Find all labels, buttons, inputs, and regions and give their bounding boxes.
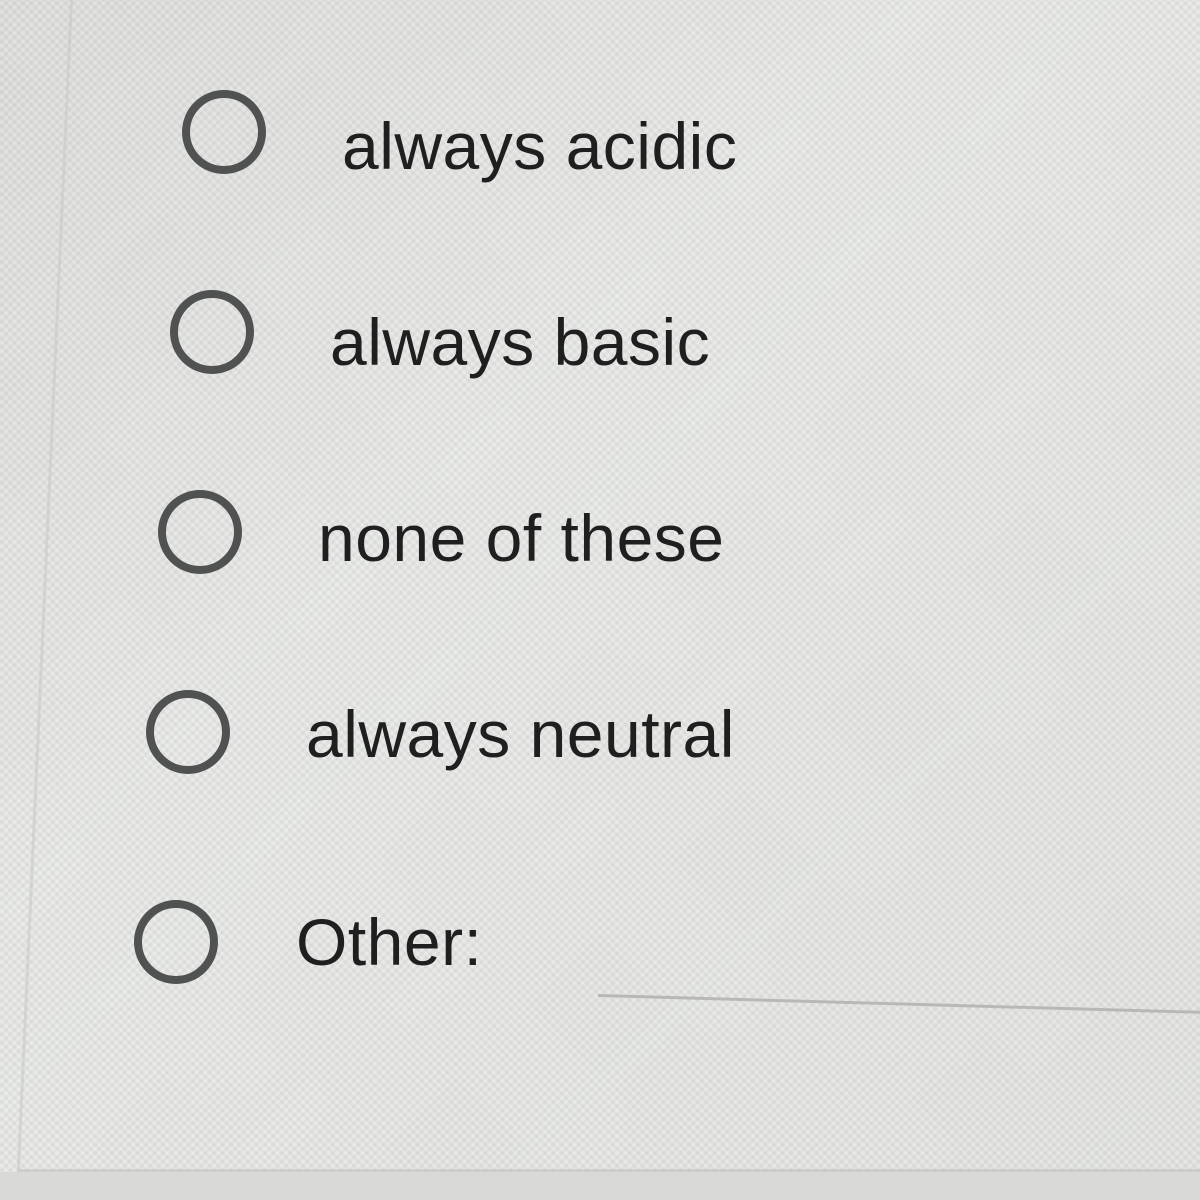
option-label: always neutral — [306, 697, 735, 771]
radio-group: always acidic always basic none of these… — [0, 0, 1200, 1200]
option-always-basic[interactable]: always basic — [170, 290, 870, 390]
option-none-of-these[interactable]: none of these — [158, 490, 858, 590]
option-label: always basic — [330, 305, 711, 379]
form-background: always acidic always basic none of these… — [0, 0, 1200, 1200]
radio-button-icon[interactable] — [170, 290, 254, 374]
option-label: none of these — [318, 501, 725, 575]
option-label: always acidic — [342, 109, 738, 183]
radio-button-icon[interactable] — [158, 490, 242, 574]
option-label: Other: — [296, 905, 483, 979]
other-text-input[interactable] — [597, 994, 1200, 1015]
option-always-acidic[interactable]: always acidic — [182, 90, 882, 190]
radio-button-icon[interactable] — [182, 90, 266, 174]
radio-button-icon[interactable] — [134, 900, 218, 984]
option-always-neutral[interactable]: always neutral — [146, 690, 846, 790]
radio-button-icon[interactable] — [146, 690, 230, 774]
option-other[interactable]: Other: — [134, 900, 834, 1000]
